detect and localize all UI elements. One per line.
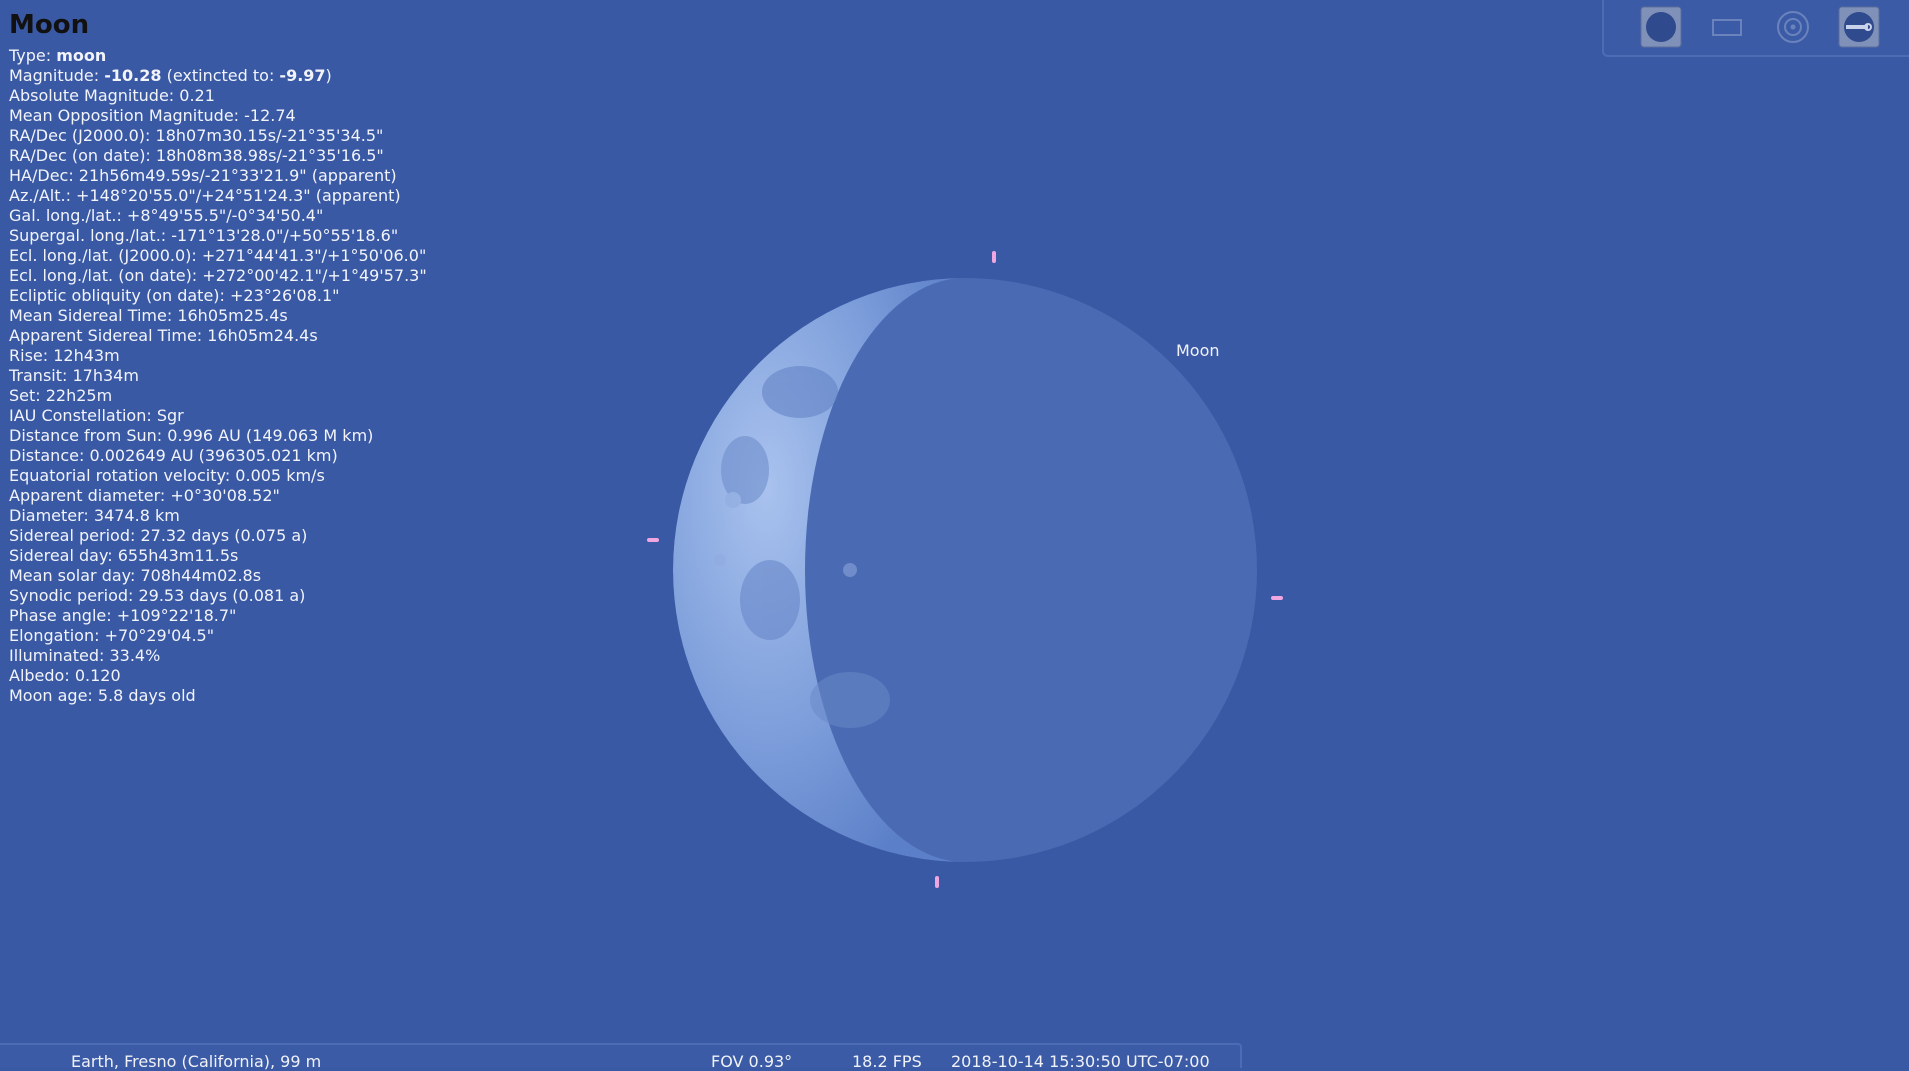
info-line: Magnitude: -10.28 (extincted to: -9.97): [9, 66, 427, 86]
info-line: Rise: 12h43m: [9, 346, 427, 366]
info-text: Absolute Magnitude: 0.21: [9, 86, 215, 105]
selection-marker-top: [992, 251, 996, 263]
info-line: Sidereal day: 655h43m11.5s: [9, 546, 427, 566]
info-text: Mean Opposition Magnitude: -12.74: [9, 106, 296, 125]
info-text: HA/Dec: 21h56m49.59s/-21°33'21.9" (appar…: [9, 166, 397, 185]
info-line: Distance: 0.002649 AU (396305.021 km): [9, 446, 427, 466]
info-text: Synodic period: 29.53 days (0.081 a): [9, 586, 306, 605]
info-line: Mean Opposition Magnitude: -12.74: [9, 106, 427, 126]
info-line: Sidereal period: 27.32 days (0.075 a): [9, 526, 427, 546]
info-text: Az./Alt.: +148°20'55.0"/+24°51'24.3" (ap…: [9, 186, 401, 205]
info-line: RA/Dec (on date): 18h08m38.98s/-21°35'16…: [9, 146, 427, 166]
info-text: Phase angle: +109°22'18.7": [9, 606, 237, 625]
info-line: Ecl. long./lat. (on date): +272°00'42.1"…: [9, 266, 427, 286]
moon-disc[interactable]: [673, 278, 1257, 862]
selection-marker-right: [1271, 596, 1283, 600]
info-text: Sidereal day: 655h43m11.5s: [9, 546, 239, 565]
info-text: Gal. long./lat.: +8°49'55.5"/-0°34'50.4": [9, 206, 324, 225]
info-text: Ecliptic obliquity (on date): +23°26'08.…: [9, 286, 340, 305]
object-info-lines: Type: moon Magnitude: -10.28 (extincted t…: [9, 46, 427, 706]
info-text: Set: 22h25m: [9, 386, 113, 405]
info-text: (extincted to:: [161, 66, 280, 85]
info-value-bold: moon: [56, 46, 107, 65]
fps-readout: 18.2 FPS: [852, 1052, 922, 1071]
top-right-toolbar: [1602, 0, 1909, 57]
object-title: Moon: [9, 10, 90, 40]
info-text: Rise: 12h43m: [9, 346, 120, 365]
info-line: Mean solar day: 708h44m02.8s: [9, 566, 427, 586]
info-line: Elongation: +70°29'04.5": [9, 626, 427, 646]
info-text: Mean solar day: 708h44m02.8s: [9, 566, 262, 585]
moon-sky-label: Moon: [1176, 341, 1220, 360]
info-line: Synodic period: 29.53 days (0.081 a): [9, 586, 427, 606]
target-circle-icon: [1777, 11, 1809, 43]
info-line: Type: moon: [9, 46, 427, 66]
filled-circle-icon: [1640, 6, 1682, 48]
info-text: Supergal. long./lat.: -171°13'28.0"/+50°…: [9, 226, 399, 245]
info-text: RA/Dec (on date): 18h08m38.98s/-21°35'16…: [9, 146, 384, 165]
info-text: Diameter: 3474.8 km: [9, 506, 180, 525]
info-line: Apparent Sidereal Time: 16h05m24.4s: [9, 326, 427, 346]
info-text: Transit: 17h34m: [9, 366, 139, 385]
info-text: Apparent Sidereal Time: 16h05m24.4s: [9, 326, 318, 345]
info-text: Ecl. long./lat. (on date): +272°00'42.1"…: [9, 266, 427, 285]
info-text: Equatorial rotation velocity: 0.005 km/s: [9, 466, 325, 485]
rectangle-icon: [1712, 19, 1742, 36]
info-line: Gal. long./lat.: +8°49'55.5"/-0°34'50.4": [9, 206, 427, 226]
info-text: Type:: [9, 46, 57, 65]
info-text: RA/Dec (J2000.0): 18h07m30.15s/-21°35'34…: [9, 126, 384, 145]
info-text: Sidereal period: 27.32 days (0.075 a): [9, 526, 308, 545]
status-bar: Earth, Fresno (California), 99 m FOV 0.9…: [0, 1043, 1242, 1071]
info-text: Distance from Sun: 0.996 AU (149.063 M k…: [9, 426, 374, 445]
telescope-control-button[interactable]: [1838, 6, 1880, 48]
info-line: Apparent diameter: +0°30'08.52": [9, 486, 427, 506]
info-line: Mean Sidereal Time: 16h05m25.4s: [9, 306, 427, 326]
info-text: Ecl. long./lat. (J2000.0): +271°44'41.3"…: [9, 246, 427, 265]
info-line: Ecliptic obliquity (on date): +23°26'08.…: [9, 286, 427, 306]
telescope-icon: [1838, 6, 1880, 48]
info-value-bold: -9.97: [279, 66, 326, 85]
object-info-panel: Moon Type: moon Magnitude: -10.28 (extinc…: [9, 8, 427, 706]
info-text: Moon age: 5.8 days old: [9, 686, 196, 705]
fov-readout: FOV 0.93°: [711, 1052, 793, 1071]
location-readout[interactable]: Earth, Fresno (California), 99 m: [71, 1053, 321, 1071]
info-line: Phase angle: +109°22'18.7": [9, 606, 427, 626]
info-line: Ecl. long./lat. (J2000.0): +271°44'41.3"…: [9, 246, 427, 266]
selection-marker-bottom: [935, 876, 939, 888]
info-line: Equatorial rotation velocity: 0.005 km/s: [9, 466, 427, 486]
datetime-readout[interactable]: 2018-10-14 15:30:50 UTC-07:00: [951, 1053, 1210, 1071]
info-line: RA/Dec (J2000.0): 18h07m30.15s/-21°35'34…: [9, 126, 427, 146]
info-text: Apparent diameter: +0°30'08.52": [9, 486, 280, 505]
info-text: Mean Sidereal Time: 16h05m25.4s: [9, 306, 288, 325]
info-line: Distance from Sun: 0.996 AU (149.063 M k…: [9, 426, 427, 446]
info-line: Supergal. long./lat.: -171°13'28.0"/+50°…: [9, 226, 427, 246]
info-line: Transit: 17h34m: [9, 366, 427, 386]
target-button[interactable]: [1772, 6, 1814, 48]
info-line: Absolute Magnitude: 0.21: [9, 86, 427, 106]
info-text: Illuminated: 33.4%: [9, 646, 161, 665]
info-text: Magnitude:: [9, 66, 105, 85]
info-line: Az./Alt.: +148°20'55.0"/+24°51'24.3" (ap…: [9, 186, 427, 206]
info-text: Elongation: +70°29'04.5": [9, 626, 215, 645]
info-text: Distance: 0.002649 AU (396305.021 km): [9, 446, 338, 465]
selection-marker-left: [647, 538, 659, 542]
info-line: HA/Dec: 21h56m49.59s/-21°33'21.9" (appar…: [9, 166, 427, 186]
info-line: Illuminated: 33.4%: [9, 646, 427, 666]
info-value-bold: -10.28: [104, 66, 162, 85]
info-line: Albedo: 0.120: [9, 666, 427, 686]
info-line: Set: 22h25m: [9, 386, 427, 406]
info-line: Diameter: 3474.8 km: [9, 506, 427, 526]
planet-display-button[interactable]: [1640, 6, 1682, 48]
info-text: ): [325, 66, 332, 85]
info-text: Albedo: 0.120: [9, 666, 121, 685]
screen-frame-button[interactable]: [1706, 6, 1748, 48]
info-text: IAU Constellation: Sgr: [9, 406, 184, 425]
info-line: Moon age: 5.8 days old: [9, 686, 427, 706]
info-line: IAU Constellation: Sgr: [9, 406, 427, 426]
